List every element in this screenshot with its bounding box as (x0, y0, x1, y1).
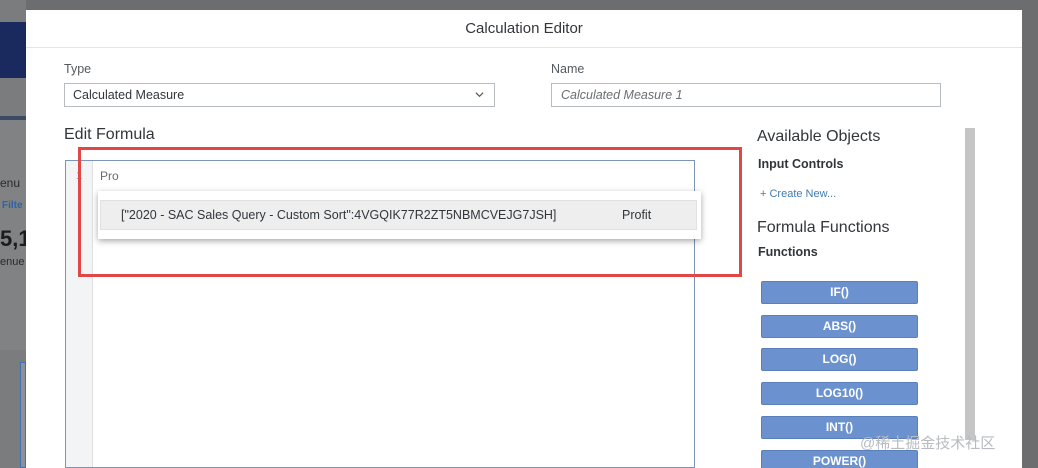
function-abs-button[interactable]: ABS() (761, 315, 918, 338)
input-controls-label: Input Controls (758, 157, 844, 171)
function-log10-button[interactable]: LOG10() (761, 382, 918, 405)
type-label: Type (64, 62, 92, 76)
background-kpi-value: 5,1 (0, 226, 26, 251)
type-select[interactable]: Calculated Measure (64, 83, 495, 107)
background-kpi-label: enue (0, 256, 25, 268)
functions-label: Functions (758, 245, 818, 259)
background-label: enu (0, 176, 21, 190)
type-select-value: Calculated Measure (73, 88, 185, 102)
chevron-down-icon (475, 92, 484, 98)
calculation-editor-dialog: Calculation Editor Type Calculated Measu… (26, 10, 1022, 468)
background-filter-link: Filte (2, 200, 23, 211)
background-right-edge (1022, 0, 1038, 468)
annotation-highlight-box (78, 147, 742, 277)
formula-functions-title: Formula Functions (757, 219, 890, 236)
background-header (0, 22, 26, 78)
available-objects-title: Available Objects (757, 128, 881, 145)
create-new-link[interactable]: + Create New... (760, 188, 836, 200)
dialog-title: Calculation Editor (26, 10, 1022, 48)
name-input[interactable]: Calculated Measure 1 (551, 83, 941, 107)
watermark: @稀土掘金技术社区 (860, 435, 996, 452)
scrollbar[interactable] (965, 128, 975, 440)
function-if-button[interactable]: IF() (761, 281, 918, 304)
name-label: Name (551, 62, 585, 76)
edit-formula-title: Edit Formula (64, 126, 155, 143)
function-log-button[interactable]: LOG() (761, 348, 918, 371)
